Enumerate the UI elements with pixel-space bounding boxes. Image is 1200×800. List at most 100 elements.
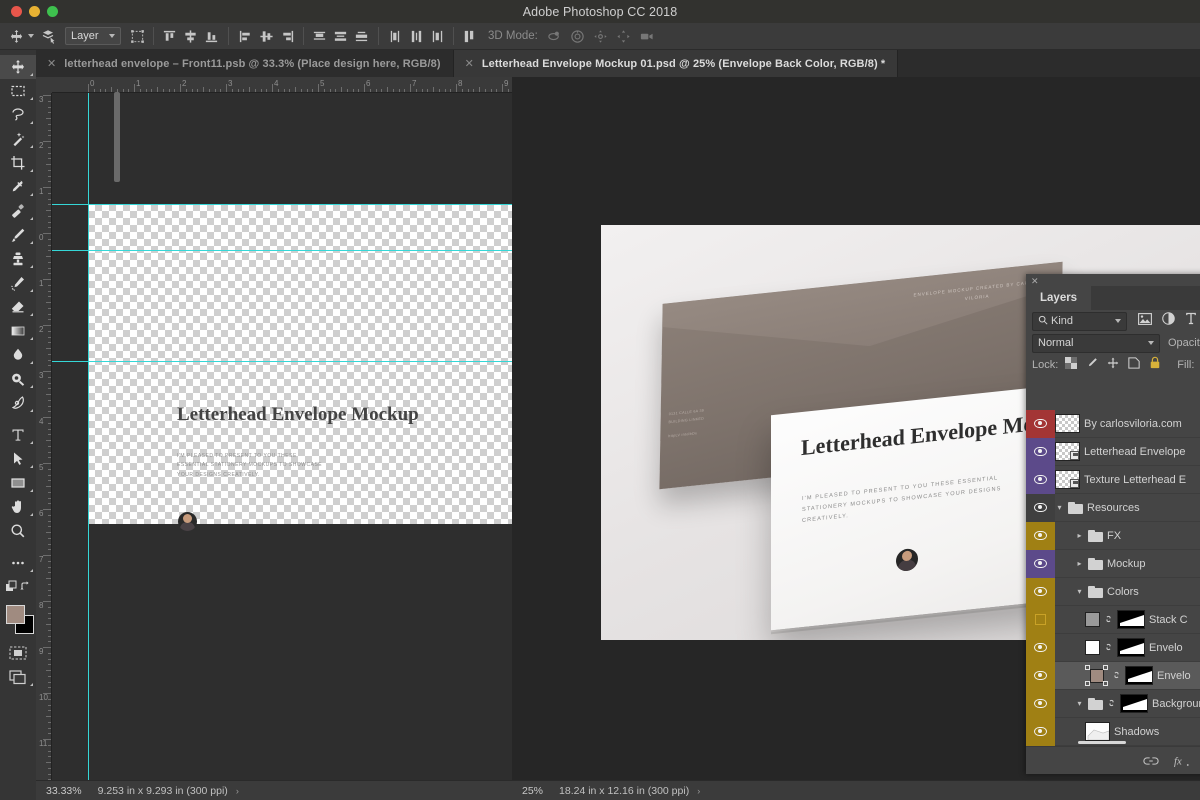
align-bottom-edges-icon[interactable]: [203, 28, 220, 45]
layer-mask-thumbnail[interactable]: [1125, 666, 1153, 685]
status-menu-arrow-left[interactable]: ›: [236, 786, 239, 796]
vertical-ruler[interactable]: 3 2 1 0 1 2 3 4 5 6 7 8 9 10 11: [36, 93, 52, 780]
filter-pixel-layers-icon[interactable]: [1138, 312, 1152, 330]
layer-visibility-toggle-on[interactable]: [1026, 661, 1055, 690]
pen-tool[interactable]: [0, 391, 36, 415]
filter-type-layers-icon[interactable]: [1185, 312, 1197, 330]
layer-color-swatch-selected[interactable]: [1085, 665, 1108, 686]
lasso-tool[interactable]: [0, 103, 36, 127]
link-icon[interactable]: [1104, 614, 1113, 626]
rectangle-tool[interactable]: [0, 471, 36, 495]
scale-3d-object-icon[interactable]: [638, 28, 655, 45]
layer-color-swatch[interactable]: [1085, 640, 1100, 655]
guide-horizontal-upper[interactable]: [52, 250, 512, 251]
rectangular-marquee-tool[interactable]: [0, 79, 36, 103]
eraser-tool[interactable]: [0, 295, 36, 319]
history-brush-tool[interactable]: [0, 271, 36, 295]
link-icon[interactable]: [1107, 698, 1116, 710]
status-menu-arrow-right[interactable]: ›: [697, 786, 700, 796]
canvas-left[interactable]: Letterhead Envelope Mockup I'M PLEASED T…: [52, 93, 512, 780]
link-icon[interactable]: [1104, 642, 1113, 654]
active-tool-preset[interactable]: [8, 28, 34, 45]
edit-toolbar-tool[interactable]: [0, 551, 36, 575]
align-top-edges-icon[interactable]: [161, 28, 178, 45]
align-distribute-options-icon[interactable]: [461, 28, 478, 45]
artboard-transparent[interactable]: Letterhead Envelope Mockup I'M PLEASED T…: [88, 204, 512, 531]
layer-row[interactable]: Letterhead Envelope: [1026, 437, 1200, 466]
filter-adjustment-layers-icon[interactable]: [1162, 312, 1175, 330]
horizontal-ruler[interactable]: 0 1 2 3 4 5 6 7 8 9: [52, 77, 512, 93]
magic-wand-tool[interactable]: [0, 127, 36, 151]
brush-tool[interactable]: [0, 223, 36, 247]
layer-visibility-toggle-on[interactable]: [1026, 410, 1055, 438]
lock-image-pixels-icon[interactable]: [1086, 356, 1098, 374]
zoom-tool[interactable]: [0, 519, 36, 543]
gradient-tool[interactable]: [0, 319, 36, 343]
distribute-bottom-edges-icon[interactable]: [353, 28, 370, 45]
guide-horizontal-top[interactable]: [52, 204, 512, 205]
distribute-horizontal-centers-icon[interactable]: [408, 28, 425, 45]
guide-horizontal-lower[interactable]: [52, 361, 512, 362]
layer-visibility-toggle-on[interactable]: [1026, 689, 1055, 718]
chevron-down-icon[interactable]: ▾: [1055, 503, 1064, 512]
show-transform-controls-icon[interactable]: [129, 28, 146, 45]
chevron-right-icon[interactable]: ▸: [1075, 531, 1084, 540]
layer-row[interactable]: By carlosviloria.com: [1026, 410, 1200, 438]
dodge-tool[interactable]: [0, 367, 36, 391]
document-tab-1[interactable]: ✕ letterhead envelope – Front11.psb @ 33…: [36, 50, 454, 77]
layer-visibility-toggle-off[interactable]: [1026, 605, 1055, 634]
layer-visibility-toggle-on[interactable]: [1026, 521, 1055, 550]
blend-mode-dropdown[interactable]: Normal: [1032, 333, 1160, 353]
guide-vertical-left[interactable]: [88, 93, 89, 780]
distribute-vertical-centers-icon[interactable]: [332, 28, 349, 45]
auto-select-target-dropdown[interactable]: Layer: [65, 27, 121, 45]
layer-mask-thumbnail[interactable]: [1117, 610, 1145, 629]
layer-thumbnail[interactable]: [1055, 414, 1080, 433]
distribute-right-edges-icon[interactable]: [429, 28, 446, 45]
align-vertical-centers-icon[interactable]: [182, 28, 199, 45]
link-layers-icon[interactable]: [1143, 756, 1159, 766]
rotate-3d-object-icon[interactable]: [546, 28, 563, 45]
layer-thumbnail[interactable]: [1085, 722, 1110, 741]
layer-visibility-toggle-on[interactable]: [1026, 493, 1055, 522]
type-tool[interactable]: [0, 423, 36, 447]
layer-visibility-toggle-on[interactable]: [1026, 633, 1055, 662]
layer-row[interactable]: ▾ Resources: [1026, 493, 1200, 522]
quick-mask-mode-icon[interactable]: [0, 641, 36, 665]
healing-brush-tool[interactable]: [0, 199, 36, 223]
layer-row[interactable]: Stack C: [1026, 605, 1200, 634]
layer-mask-thumbnail[interactable]: [1120, 694, 1148, 713]
layer-row[interactable]: Envelo: [1026, 661, 1200, 690]
crop-tool[interactable]: [0, 151, 36, 175]
layer-row[interactable]: ▸ FX: [1026, 521, 1200, 550]
distribute-left-edges-icon[interactable]: [387, 28, 404, 45]
zoom-level-left[interactable]: 33.33%: [36, 785, 90, 797]
layer-color-swatch[interactable]: [1085, 612, 1100, 627]
move-tool[interactable]: [0, 55, 36, 79]
document-tab-2[interactable]: ✕ Letterhead Envelope Mockup 01.psd @ 25…: [453, 50, 899, 77]
align-right-edges-icon[interactable]: [279, 28, 296, 45]
slide-3d-object-icon[interactable]: [615, 28, 632, 45]
drag-3d-object-icon[interactable]: [592, 28, 609, 45]
close-icon[interactable]: ✕: [47, 57, 56, 70]
close-icon[interactable]: ✕: [465, 57, 474, 70]
chevron-down-icon[interactable]: ▾: [1075, 699, 1084, 708]
scrollbar-horizontal-layers[interactable]: [1078, 741, 1126, 744]
default-colors-and-swap[interactable]: [0, 575, 36, 599]
link-icon[interactable]: [1112, 670, 1121, 682]
layer-row[interactable]: ▸ Mockup: [1026, 549, 1200, 578]
hand-tool[interactable]: [0, 495, 36, 519]
tab-layers[interactable]: Layers: [1026, 286, 1092, 310]
scrollbar-vertical-left[interactable]: [114, 92, 120, 182]
lock-all-icon[interactable]: [1149, 356, 1161, 374]
layer-row[interactable]: Envelo: [1026, 633, 1200, 662]
layer-row[interactable]: ▾ Background: [1026, 689, 1200, 718]
eyedropper-tool[interactable]: [0, 175, 36, 199]
lock-position-icon[interactable]: [1107, 356, 1119, 374]
blur-tool[interactable]: [0, 343, 36, 367]
align-left-edges-icon[interactable]: [237, 28, 254, 45]
auto-select-layer-icon[interactable]: [40, 28, 57, 45]
layer-visibility-toggle-on[interactable]: [1026, 437, 1055, 466]
chevron-down-icon[interactable]: ▾: [1075, 587, 1084, 596]
clone-stamp-tool[interactable]: [0, 247, 36, 271]
